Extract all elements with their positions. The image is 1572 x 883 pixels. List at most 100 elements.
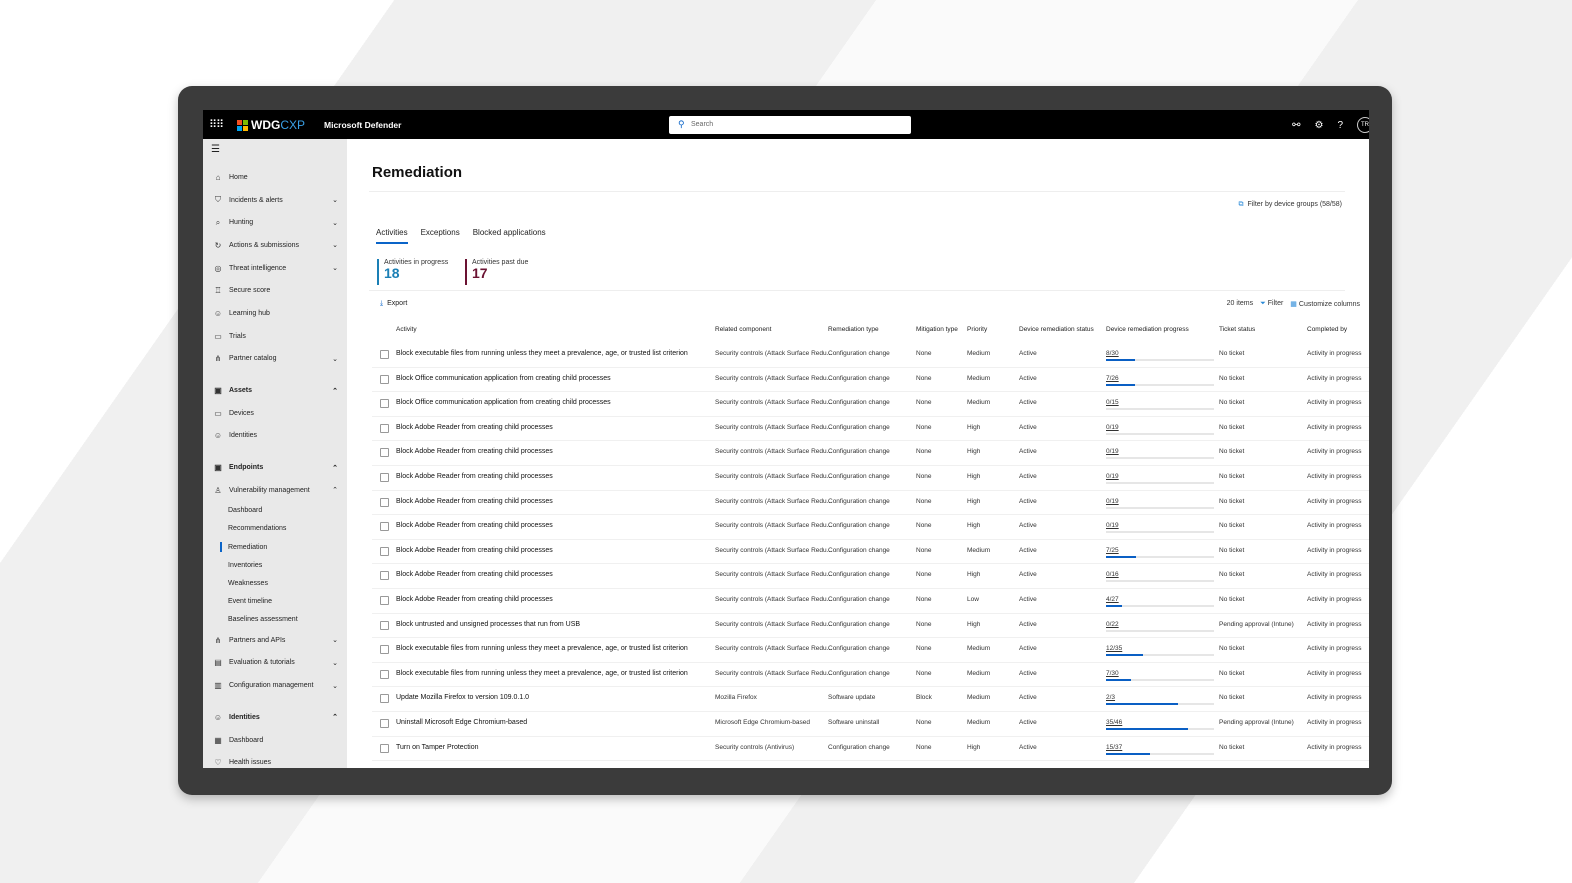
column-header-completed-by[interactable]: Completed by	[1307, 326, 1347, 333]
cell-device-remediation-progress[interactable]: 0/19	[1106, 498, 1119, 505]
sidebar-item-configuration-management[interactable]: ▥ Configuration management ⌄	[203, 674, 347, 697]
sidebar-item-vulnerability-management[interactable]: ♙ Vulnerability management ⌃	[203, 479, 347, 502]
brand-logo[interactable]: WDGCXP	[237, 118, 305, 132]
cell-activity[interactable]: Block executable files from running unle…	[396, 645, 688, 652]
sidebar-item-dashboard[interactable]: Dashboard	[203, 502, 347, 520]
row-checkbox[interactable]	[380, 399, 389, 409]
row-checkbox[interactable]	[380, 596, 389, 605]
chevron-up-icon[interactable]: ⌃	[332, 464, 338, 472]
cell-device-remediation-progress[interactable]: 0/19	[1106, 424, 1119, 431]
cell-activity[interactable]: Block executable files from running unle…	[396, 350, 688, 357]
sidebar-item-home[interactable]: ⌂ Home	[203, 166, 347, 189]
chevron-down-icon[interactable]: ⌄	[332, 264, 338, 272]
sidebar-item-trials[interactable]: ▭ Trials	[203, 325, 347, 348]
hamburger-menu-icon[interactable]: ☰	[211, 144, 220, 155]
chevron-up-icon[interactable]: ⌃	[332, 486, 338, 494]
help-icon[interactable]: ?	[1337, 120, 1343, 131]
chevron-down-icon[interactable]: ⌄	[332, 241, 338, 249]
row-checkbox[interactable]	[380, 620, 389, 630]
sidebar-item-baselines-assessment[interactable]: Baselines assessment	[203, 611, 347, 629]
chevron-down-icon[interactable]: ⌄	[332, 636, 338, 644]
cell-device-remediation-progress[interactable]: 0/19	[1106, 473, 1119, 480]
search-input[interactable]: ⚲ Search	[669, 116, 911, 134]
avatar[interactable]: TR	[1357, 117, 1369, 133]
chevron-up-icon[interactable]: ⌃	[332, 713, 338, 721]
row-checkbox[interactable]	[380, 719, 389, 728]
cell-activity[interactable]: Block Office communication application f…	[396, 375, 611, 382]
row-checkbox[interactable]	[380, 571, 389, 581]
row-checkbox[interactable]	[380, 448, 389, 458]
cell-device-remediation-progress[interactable]: 4/27	[1106, 596, 1119, 603]
cell-activity[interactable]: Block Adobe Reader from creating child p…	[396, 522, 553, 529]
cell-device-remediation-progress[interactable]: 0/22	[1106, 621, 1119, 628]
cell-device-remediation-progress[interactable]: 0/19	[1106, 522, 1119, 529]
cell-activity[interactable]: Block Adobe Reader from creating child p…	[396, 547, 553, 554]
chevron-down-icon[interactable]: ⌄	[332, 659, 338, 667]
sidebar-item-identities[interactable]: ☺ Identities ⌃	[203, 706, 347, 729]
column-header-remediation-type[interactable]: Remediation type	[828, 326, 879, 333]
column-header-ticket-status[interactable]: Ticket status	[1219, 326, 1255, 333]
sidebar-item-actions-submissions[interactable]: ↻ Actions & submissions ⌄	[203, 234, 347, 257]
column-header-device-remediation-progress[interactable]: Device remediation progress	[1106, 326, 1189, 333]
cell-activity[interactable]: Block executable files from running unle…	[396, 670, 688, 677]
sidebar-item-devices[interactable]: ▭ Devices	[203, 402, 347, 425]
row-checkbox[interactable]	[380, 497, 389, 507]
row-checkbox[interactable]	[380, 546, 389, 556]
sidebar-item-learning-hub[interactable]: ☺ Learning hub	[203, 302, 347, 325]
row-checkbox[interactable]	[380, 350, 389, 359]
cell-device-remediation-progress[interactable]: 35/46	[1106, 719, 1122, 726]
cell-activity[interactable]: Block untrusted and unsigned processes t…	[396, 621, 580, 628]
cell-device-remediation-progress[interactable]: 7/30	[1106, 670, 1119, 677]
sidebar-item-remediation[interactable]: Remediation	[203, 538, 347, 556]
row-checkbox[interactable]	[380, 669, 389, 679]
chevron-down-icon[interactable]: ⌄	[332, 355, 338, 363]
gear-icon[interactable]: ⚙	[1314, 120, 1323, 131]
chevron-down-icon[interactable]: ⌄	[332, 682, 338, 690]
column-header-mitigation-type[interactable]: Mitigation type	[916, 326, 958, 333]
sidebar-item-hunting[interactable]: ⌕ Hunting ⌄	[203, 211, 347, 234]
column-header-related-component[interactable]: Related component	[715, 326, 771, 333]
sidebar-item-health-issues[interactable]: ♡ Health issues	[203, 751, 347, 768]
cell-device-remediation-progress[interactable]: 2/3	[1106, 694, 1115, 701]
cell-device-remediation-progress[interactable]: 0/15	[1106, 399, 1119, 406]
cell-activity[interactable]: Block Adobe Reader from creating child p…	[396, 473, 553, 480]
cell-activity[interactable]: Block Adobe Reader from creating child p…	[396, 498, 553, 505]
cell-activity[interactable]: Block Adobe Reader from creating child p…	[396, 596, 553, 603]
sidebar-item-incidents-alerts[interactable]: ⛉ Incidents & alerts ⌄	[203, 189, 347, 212]
sidebar-item-partner-catalog[interactable]: ⋔ Partner catalog ⌄	[203, 348, 347, 371]
sidebar-item-weaknesses[interactable]: Weaknesses	[203, 574, 347, 592]
cell-device-remediation-progress[interactable]: 15/37	[1106, 744, 1122, 751]
sidebar-item-event-timeline[interactable]: Event timeline	[203, 593, 347, 611]
column-header-activity[interactable]: Activity	[396, 326, 417, 333]
sidebar-item-evaluation-tutorials[interactable]: ▤ Evaluation & tutorials ⌄	[203, 652, 347, 675]
sidebar-item-secure-score[interactable]: ♖ Secure score	[203, 279, 347, 302]
row-checkbox[interactable]	[380, 423, 389, 433]
cell-activity[interactable]: Block Adobe Reader from creating child p…	[396, 571, 553, 578]
cell-activity[interactable]: Block Adobe Reader from creating child p…	[396, 424, 553, 431]
column-header-device-remediation-status[interactable]: Device remediation status	[1019, 326, 1094, 333]
sidebar-item-recommendations[interactable]: Recommendations	[203, 520, 347, 538]
sidebar-item-dashboard[interactable]: ▦ Dashboard	[203, 729, 347, 752]
chevron-down-icon[interactable]: ⌄	[332, 219, 338, 227]
cell-device-remediation-progress[interactable]: 12/35	[1106, 645, 1122, 652]
sidebar-item-endpoints[interactable]: ▣ Endpoints ⌃	[203, 456, 347, 479]
row-checkbox[interactable]	[380, 743, 389, 753]
app-launcher-icon[interactable]: ⠿⠿	[209, 118, 224, 131]
row-checkbox[interactable]	[380, 522, 389, 532]
chevron-down-icon[interactable]: ⌄	[332, 196, 338, 204]
chevron-up-icon[interactable]: ⌃	[332, 387, 338, 395]
row-checkbox[interactable]	[380, 694, 389, 704]
cell-device-remediation-progress[interactable]: 0/16	[1106, 571, 1119, 578]
cell-activity[interactable]: Update Mozilla Firefox to version 109.0.…	[396, 694, 529, 701]
sidebar-item-assets[interactable]: ▣ Assets ⌃	[203, 379, 347, 402]
cell-activity[interactable]: Uninstall Microsoft Edge Chromium-based	[396, 719, 527, 726]
sidebar-item-identities[interactable]: ☺ Identities	[203, 425, 347, 448]
cell-device-remediation-progress[interactable]: 7/26	[1106, 375, 1119, 382]
sidebar-item-threat-intelligence[interactable]: ◎ Threat intelligence ⌄	[203, 257, 347, 280]
row-checkbox[interactable]	[380, 473, 389, 482]
cell-device-remediation-progress[interactable]: 7/25	[1106, 547, 1119, 554]
row-checkbox[interactable]	[380, 645, 389, 655]
cell-activity[interactable]: Block Office communication application f…	[396, 399, 611, 406]
cell-activity[interactable]: Block Adobe Reader from creating child p…	[396, 448, 553, 455]
cell-device-remediation-progress[interactable]: 0/19	[1106, 448, 1119, 455]
